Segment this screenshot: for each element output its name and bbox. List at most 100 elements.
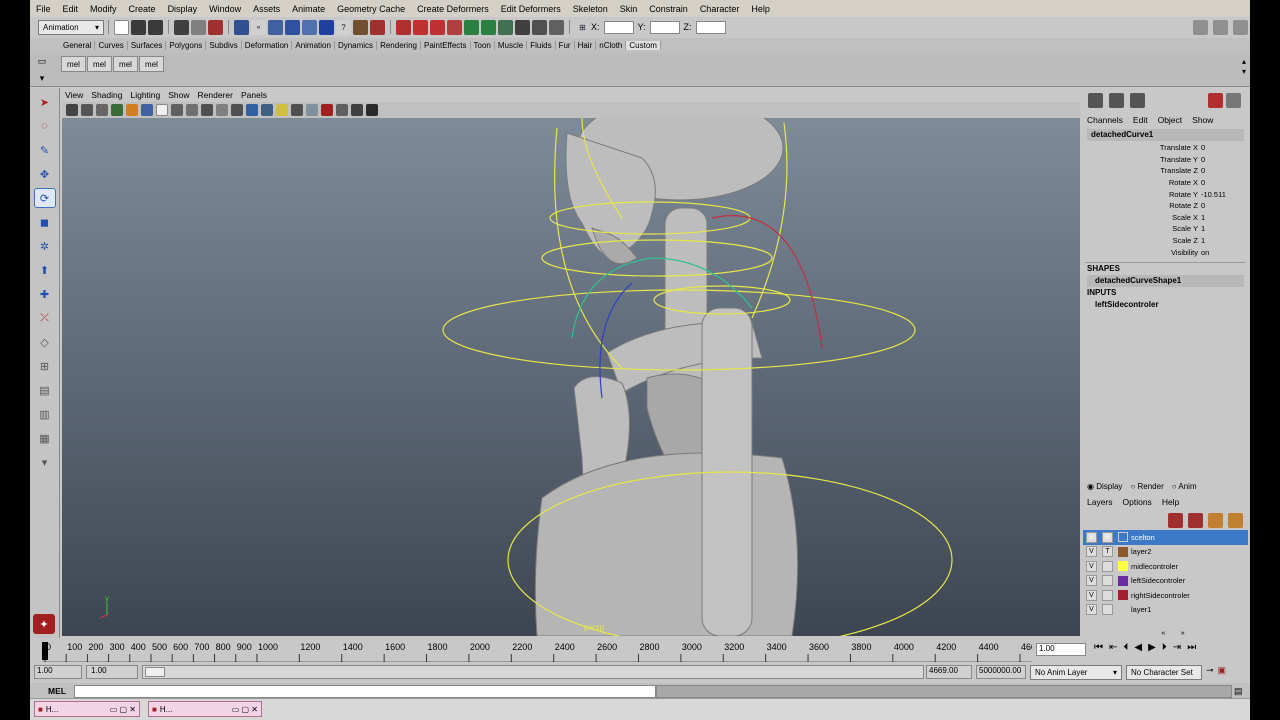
xray-joints-icon[interactable] bbox=[321, 104, 333, 116]
menu-geometry-cache[interactable]: Geometry Cache bbox=[337, 4, 405, 14]
display-mode-radio[interactable]: ◉ Display bbox=[1087, 482, 1122, 491]
texture-icon[interactable] bbox=[351, 104, 363, 116]
layer-scrollbar[interactable]: « » bbox=[1113, 630, 1233, 638]
snap-surface-icon[interactable] bbox=[302, 19, 317, 35]
menu-skin[interactable]: Skin bbox=[620, 4, 638, 14]
shelf-tab-polygons[interactable]: Polygons bbox=[166, 41, 207, 50]
menu-animate[interactable]: Animate bbox=[292, 4, 325, 14]
shape-node[interactable]: detachedCurveShape1 bbox=[1087, 274, 1244, 287]
transform-mode-icon[interactable]: ⊞ bbox=[575, 20, 590, 35]
reference-toggle[interactable]: T bbox=[1102, 546, 1113, 558]
xray-icon[interactable] bbox=[306, 104, 318, 116]
four-view-layout-icon[interactable]: ⊞ bbox=[34, 356, 56, 376]
taskbar-item[interactable]: ■ H... ▭ ▢ ✕ bbox=[34, 701, 140, 717]
tool-settings-icon[interactable] bbox=[1226, 92, 1241, 108]
single-perspective-layout-icon[interactable]: ◇ bbox=[34, 332, 56, 352]
anim-layer-dropdown[interactable]: No Anim Layer ▾ bbox=[1030, 665, 1122, 680]
show-menu[interactable]: Show bbox=[1192, 115, 1213, 125]
film-gate-icon[interactable] bbox=[141, 104, 153, 116]
reference-toggle[interactable] bbox=[1102, 589, 1113, 601]
layer-row-scelton[interactable]: V Rscelton bbox=[1083, 530, 1248, 545]
shelf-tab-toon[interactable]: Toon bbox=[471, 41, 495, 50]
go-to-start-icon[interactable]: ⏮ bbox=[1094, 642, 1103, 653]
reference-toggle[interactable] bbox=[1102, 604, 1113, 616]
wireframe-icon[interactable] bbox=[231, 104, 243, 116]
move-layer-up-icon[interactable] bbox=[1168, 512, 1183, 528]
reference-toggle[interactable] bbox=[1102, 575, 1113, 587]
mel-script-button[interactable]: mel bbox=[113, 56, 138, 72]
layout-options-icon[interactable]: ▾ bbox=[34, 452, 56, 472]
playback-end-field[interactable]: 4669.00 bbox=[926, 665, 972, 679]
attr-scale-y[interactable]: Scale Y1 bbox=[1083, 223, 1248, 235]
menu-set-dropdown[interactable]: Animation ▾ bbox=[38, 19, 104, 35]
anim-mode-radio[interactable]: ○ Anim bbox=[1172, 482, 1197, 491]
snap-curve-icon[interactable]: ⚬ bbox=[251, 19, 266, 35]
input-line-icon[interactable] bbox=[464, 19, 479, 35]
open-scene-icon[interactable] bbox=[131, 19, 146, 35]
lasso-tool-icon[interactable]: ◌ bbox=[34, 116, 56, 136]
camera-attributes-icon[interactable] bbox=[81, 104, 93, 116]
x-field[interactable] bbox=[603, 20, 634, 34]
show-attribute-editor-icon[interactable] bbox=[1193, 19, 1208, 35]
snap-grid-icon[interactable] bbox=[234, 19, 249, 35]
mel-script-button[interactable]: mel bbox=[139, 56, 164, 72]
window-controls-icon[interactable]: ▭ ▢ ✕ bbox=[110, 705, 136, 714]
channel-box-toggle-icon[interactable] bbox=[1088, 92, 1103, 108]
select-object-icon[interactable] bbox=[191, 19, 206, 35]
shadows-icon[interactable] bbox=[291, 104, 303, 116]
select-tool-icon[interactable]: ➤ bbox=[34, 92, 56, 112]
command-input[interactable] bbox=[73, 684, 656, 698]
layer-row-layer1[interactable]: Vlayer1 bbox=[1083, 603, 1248, 618]
shelf-tab-dynamics[interactable]: Dynamics bbox=[335, 41, 378, 50]
layer-color-swatch[interactable] bbox=[1118, 590, 1128, 601]
select-component-icon[interactable] bbox=[208, 19, 223, 35]
shelf-tab-hair[interactable]: Hair bbox=[575, 41, 597, 50]
isolate-select-icon[interactable] bbox=[336, 104, 348, 116]
object-menu[interactable]: Object bbox=[1158, 115, 1183, 125]
help-query-icon[interactable]: ? bbox=[336, 19, 351, 35]
input-node[interactable]: leftSidecontroler bbox=[1083, 299, 1248, 311]
save-scene-icon[interactable] bbox=[148, 19, 163, 35]
attr-scale-z[interactable]: Scale Z1 bbox=[1083, 235, 1248, 247]
lock-icon[interactable] bbox=[353, 19, 368, 35]
shelf-options-icon[interactable]: ▾ bbox=[40, 73, 45, 84]
go-to-end-icon[interactable]: ⏭ bbox=[1187, 642, 1196, 653]
animation-end-field[interactable]: 5000000.00 bbox=[976, 665, 1026, 679]
shelf-tab-fur[interactable]: Fur bbox=[556, 41, 575, 50]
viewport-menu-view[interactable]: View bbox=[65, 90, 83, 100]
time-slider[interactable]: 0 100 200 300 400 500 600 700 800 900 1000 1200 1400… bbox=[30, 638, 1250, 662]
layers-menu[interactable]: Layers bbox=[1087, 497, 1113, 507]
ipr-render-icon[interactable] bbox=[413, 19, 428, 35]
input-ops-icon[interactable] bbox=[481, 19, 496, 35]
render-settings-icon[interactable] bbox=[430, 19, 445, 35]
move-layer-down-icon[interactable] bbox=[1188, 512, 1203, 528]
reference-toggle[interactable] bbox=[1102, 560, 1113, 572]
menu-edit-deformers[interactable]: Edit Deformers bbox=[501, 4, 561, 14]
key-icon[interactable]: ⊸ bbox=[1206, 665, 1214, 680]
object-name[interactable]: detachedCurve1 bbox=[1087, 129, 1244, 141]
resolution-gate-icon[interactable] bbox=[156, 104, 168, 116]
step-back-frame-icon[interactable]: ⏴ bbox=[1123, 642, 1128, 653]
perspective-viewport[interactable]: y persp bbox=[62, 118, 1080, 636]
shelf-tabs-menu-icon[interactable]: ▭ bbox=[38, 56, 47, 67]
menu-help[interactable]: Help bbox=[751, 4, 770, 14]
shelf-tab-rendering[interactable]: Rendering bbox=[377, 41, 421, 50]
shelf-tab-ncloth[interactable]: nCloth bbox=[596, 41, 627, 50]
image-plane-icon[interactable] bbox=[111, 104, 123, 116]
use-all-lights-icon[interactable] bbox=[276, 104, 288, 116]
layer-row-leftsidecontroler[interactable]: VleftSidecontroler bbox=[1083, 574, 1248, 589]
menu-character[interactable]: Character bbox=[700, 4, 740, 14]
universal-manipulator-icon[interactable]: ✲ bbox=[34, 236, 56, 256]
shelf-menu[interactable]: ▭ ▾ bbox=[30, 53, 54, 87]
animation-start-field[interactable]: 1.00 bbox=[34, 665, 82, 679]
shelf-tab-surfaces[interactable]: Surfaces bbox=[128, 41, 167, 50]
menu-create[interactable]: Create bbox=[129, 4, 156, 14]
menu-display[interactable]: Display bbox=[168, 4, 198, 14]
layer-color-swatch[interactable] bbox=[1118, 605, 1128, 615]
show-manipulator-icon[interactable]: ✚ bbox=[34, 284, 56, 304]
layer-color-swatch[interactable] bbox=[1118, 575, 1128, 586]
menu-file[interactable]: File bbox=[36, 4, 51, 14]
attr-scale-x[interactable]: Scale X1 bbox=[1083, 212, 1248, 224]
attr-rotate-y[interactable]: Rotate Y -10.511 bbox=[1083, 188, 1248, 200]
gate-mask-icon[interactable] bbox=[171, 104, 183, 116]
